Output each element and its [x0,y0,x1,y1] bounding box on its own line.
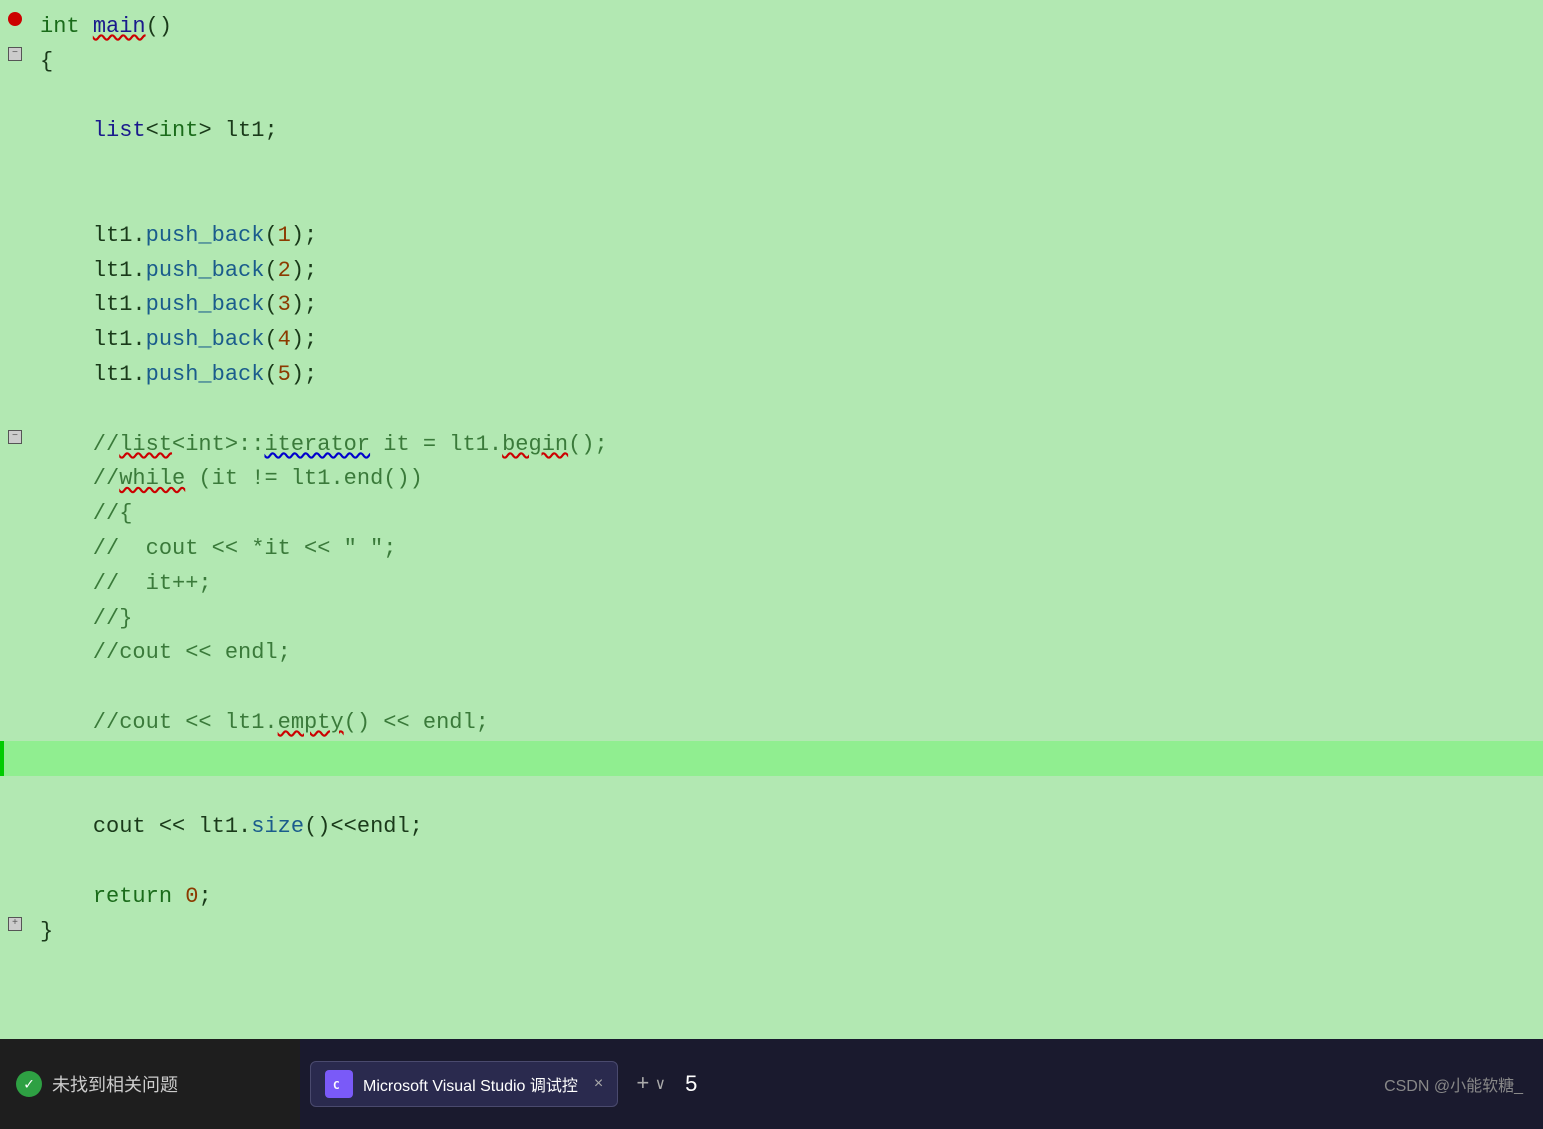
code-line-18: //} [0,602,1543,637]
code-line-6 [0,184,1543,219]
line-content-18: //} [30,604,1543,635]
line-content-24: cout << lt1.size()<<endl; [30,812,1543,843]
line-content-9: lt1.push_back(3); [30,290,1543,321]
taskbar-plus-btn[interactable]: + [636,1072,649,1097]
line-content-22 [34,743,1543,774]
code-line-14: //while (it != lt1.end()) [0,462,1543,497]
code-line-20 [0,671,1543,706]
line-content-23 [30,778,1543,809]
taskbar-item[interactable]: C Microsoft Visual Studio 调试控 × [310,1061,618,1107]
code-line-21: //cout << lt1.empty() << endl; [0,706,1543,741]
code-line-16: // cout << *it << ″ ″; [0,532,1543,567]
code-line-2: − { [0,45,1543,80]
taskbar-number: 5 [685,1071,697,1097]
code-line-26: return 0; [0,880,1543,915]
taskbar-item-label: Microsoft Visual Studio 调试控 [363,1072,578,1096]
line-content-13: //list<int>::iterator it = lt1.begin(); [30,430,1543,461]
collapse-btn-2[interactable]: − [8,47,22,61]
line-content-3 [30,82,1543,113]
code-line-17: // it++; [0,567,1543,602]
collapse-btn-27[interactable]: + [8,917,22,931]
code-line-7: lt1.push_back(1); [0,219,1543,254]
line-content-26: return 0; [30,882,1543,913]
code-line-23 [0,776,1543,811]
line-content-16: // cout << *it << ″ ″; [30,534,1543,565]
line-content-4: list<int> lt1; [30,116,1543,147]
code-line-11: lt1.push_back(5); [0,358,1543,393]
svg-text:C: C [333,1079,340,1092]
code-line-25 [0,845,1543,880]
taskbar-icon: C [325,1070,353,1098]
code-line-13: − //list<int>::iterator it = lt1.begin()… [0,428,1543,463]
line-content-15: //{ [30,499,1543,530]
line-content-5 [30,151,1543,182]
line-content-25 [30,847,1543,878]
code-line-9: lt1.push_back(3); [0,288,1543,323]
code-line-15: //{ [0,497,1543,532]
line-content-14: //while (it != lt1.end()) [30,464,1543,495]
line-content-11: lt1.push_back(5); [30,360,1543,391]
line-content-17: // it++; [30,569,1543,600]
line-content-1: int main() [30,12,1543,43]
gutter-1 [0,12,30,26]
line-content-12 [30,395,1543,426]
line-content-10: lt1.push_back(4); [30,325,1543,356]
code-line-12 [0,393,1543,428]
gutter-13: − [0,430,30,444]
gutter-27: + [0,917,30,931]
code-line-3 [0,80,1543,115]
status-text: 未找到相关问题 [52,1071,178,1097]
code-line-1: int main() [0,10,1543,45]
status-bar: ✓ 未找到相关问题 [0,1039,300,1129]
taskbar-chevron-btn[interactable]: ∨ [655,1074,665,1094]
line-content-8: lt1.push_back(2); [30,256,1543,287]
code-line-10: lt1.push_back(4); [0,323,1543,358]
line-content-19: //cout << endl; [30,638,1543,669]
line-content-7: lt1.push_back(1); [30,221,1543,252]
code-line-8: lt1.push_back(2); [0,254,1543,289]
status-ok-icon: ✓ [16,1071,42,1097]
code-line-22-highlighted [0,741,1543,776]
line-content-21: //cout << lt1.empty() << endl; [30,708,1543,739]
taskbar: C Microsoft Visual Studio 调试控 × + ∨ 5 CS… [300,1039,1543,1129]
breakpoint-dot [8,12,22,26]
line-content-6 [30,186,1543,217]
code-line-19: //cout << endl; [0,636,1543,671]
line-content-2: { [30,47,1543,78]
code-editor: int main() − { list<int> lt1; lt1.push_b… [0,0,1543,1129]
gutter-2: − [0,47,30,61]
code-line-4: list<int> lt1; [0,114,1543,149]
collapse-btn-13[interactable]: − [8,430,22,444]
code-line-27: + } [0,915,1543,950]
taskbar-brand: CSDN @小能软糖_ [1384,1072,1523,1096]
line-content-20 [30,673,1543,704]
taskbar-close-btn[interactable]: × [594,1075,603,1093]
line-content-27: } [30,917,1543,948]
code-line-5 [0,149,1543,184]
code-line-24: cout << lt1.size()<<endl; [0,810,1543,845]
